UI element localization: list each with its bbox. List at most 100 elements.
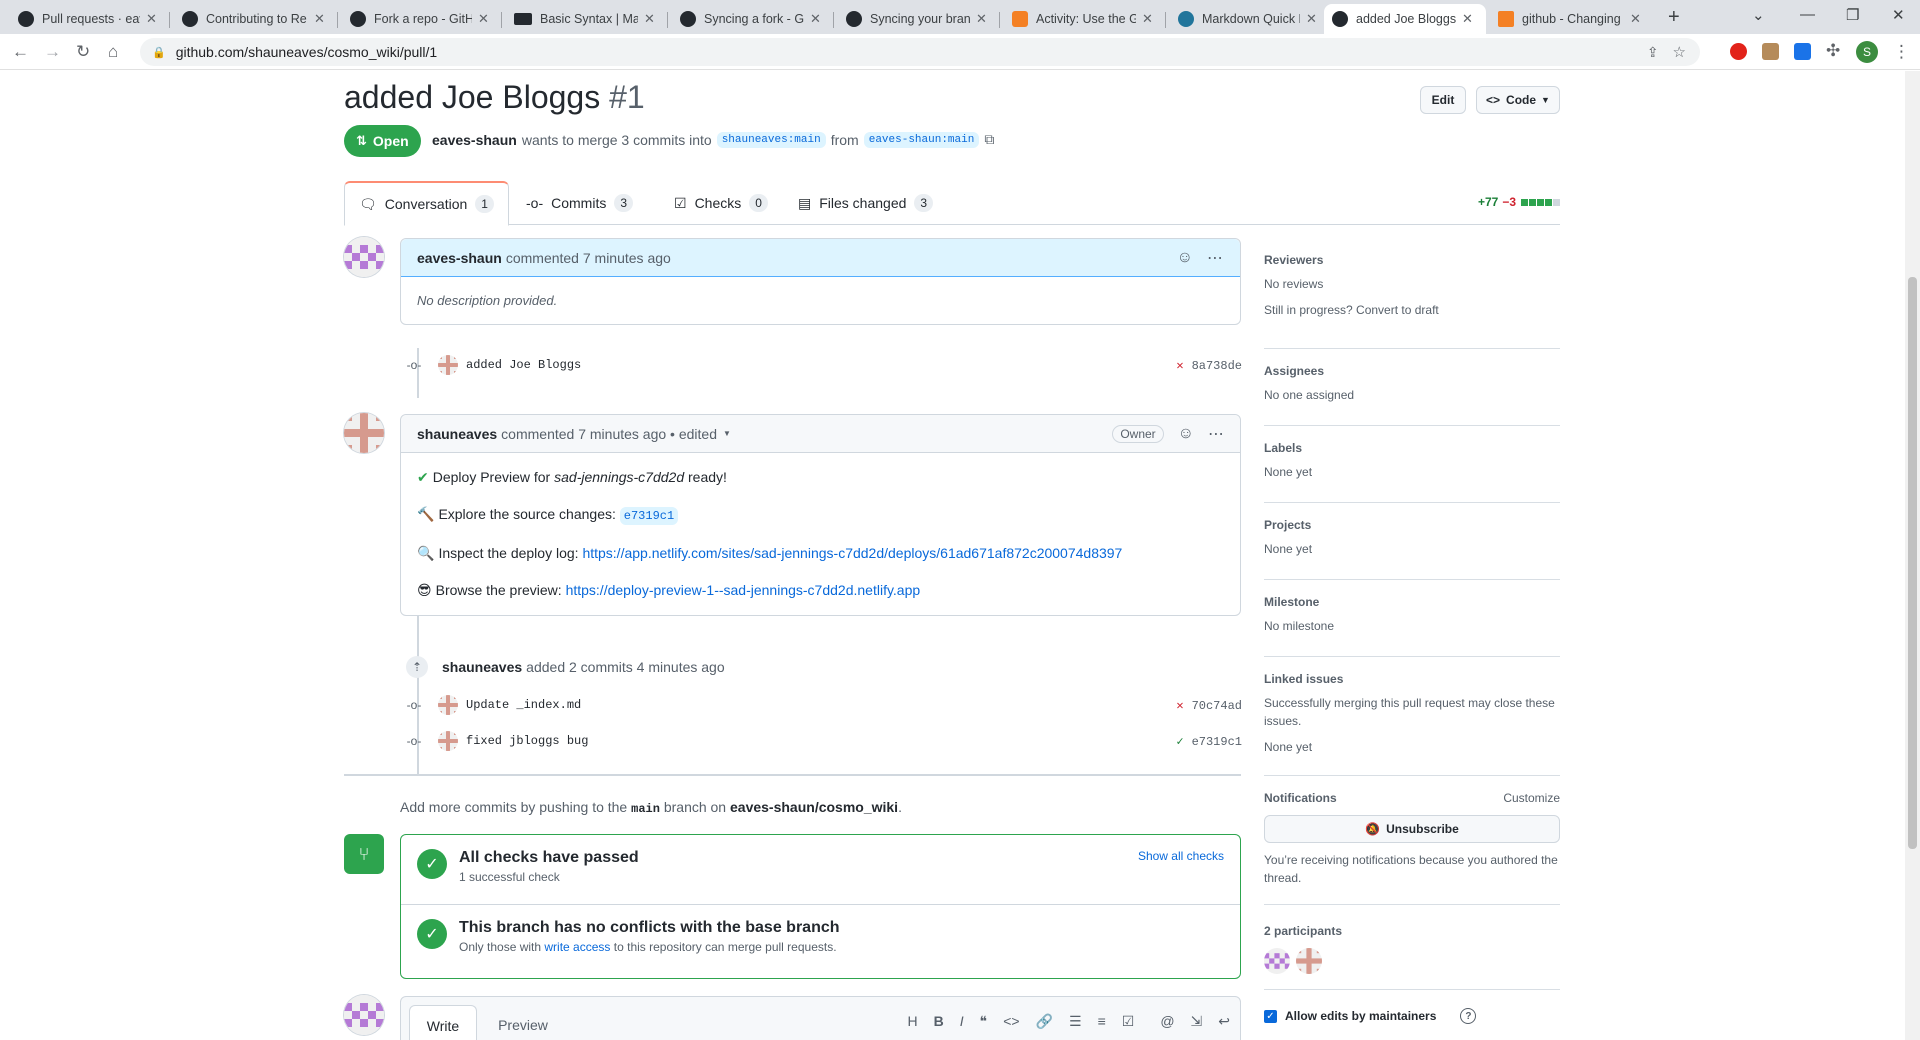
browser-tab-active[interactable]: added Joe Bloggs ✕ [1324,4,1486,34]
bold-icon[interactable]: B [934,1013,944,1030]
allow-edits-checkbox[interactable]: ✓ [1264,1009,1277,1023]
commit-sha[interactable]: ✕ 8a738de [1176,358,1242,373]
share-icon[interactable]: ⇪ [1647,44,1659,61]
ordered-list-icon[interactable]: ≡ [1098,1013,1106,1030]
extension-icon[interactable] [1794,43,1811,60]
close-tab-icon[interactable]: ✕ [644,11,660,27]
close-tab-icon[interactable]: ✕ [314,11,330,27]
commit-sha[interactable]: ✕ 70c74ad [1176,698,1242,713]
avatar-eaves-shaun[interactable] [1264,948,1290,974]
link-icon[interactable]: 🔗 [1036,1013,1053,1030]
browser-tab[interactable]: Markdown Quick R ✕ [1170,4,1330,34]
browser-tab[interactable]: github - Changing ✕ [1490,4,1654,34]
browser-tab[interactable]: Pull requests · eave✕ [10,4,170,34]
unordered-list-icon[interactable]: ☰ [1069,1013,1082,1030]
commit-sha[interactable]: ✓ e7319c1 [1176,734,1242,749]
home-icon[interactable]: ⌂ [108,42,118,62]
italic-icon[interactable]: I [960,1013,964,1030]
commit-message[interactable]: fixed jbloggs bug [466,734,588,748]
preview-link[interactable]: https://deploy-preview-1--sad-jennings-c… [566,582,921,598]
code-icon[interactable]: <> [1003,1013,1019,1030]
comment-author[interactable]: eaves-shaun [417,250,502,266]
section-heading[interactable]: Projects [1264,518,1560,532]
write-access-link[interactable]: write access [544,940,610,954]
avatar-eaves-shaun[interactable] [344,237,384,277]
avatar-shauneaves[interactable] [438,731,458,751]
minimize-icon[interactable]: — [1800,6,1815,23]
x-fail-icon[interactable]: ✕ [1176,359,1183,373]
close-window-icon[interactable]: ✕ [1892,6,1905,24]
close-tab-icon[interactable]: ✕ [976,11,992,27]
tab-checks[interactable]: ☑ Checks 0 [660,181,782,225]
avatar-shauneaves[interactable] [1296,948,1322,974]
browser-tab[interactable]: Fork a repo - GitH ✕ [342,4,502,34]
new-tab-icon[interactable]: + [1668,6,1680,29]
section-heading[interactable]: Milestone [1264,595,1560,609]
close-tab-icon[interactable]: ✕ [478,11,494,27]
tab-write[interactable]: Write [409,1005,477,1040]
commit-link[interactable]: e7319c1 [619,507,679,525]
heading-icon[interactable]: H [908,1013,918,1030]
avatar-shauneaves[interactable] [438,695,458,715]
head-branch[interactable]: eaves-shaun:main [863,131,980,148]
avatar-shauneaves[interactable] [344,413,384,453]
profile-avatar[interactable]: S [1856,41,1878,63]
browser-tab[interactable]: Syncing your branc ✕ [838,4,1000,34]
quote-icon[interactable]: ❝ [980,1013,988,1030]
author-link[interactable]: eaves-shaun [432,132,517,148]
push-author[interactable]: shauneaves [442,659,522,675]
deploy-log-link[interactable]: https://app.netlify.com/sites/sad-jennin… [582,545,1122,561]
scrollbar-thumb[interactable] [1908,277,1917,849]
caret-down-icon[interactable]: ▼ [723,429,731,438]
show-all-checks-link[interactable]: Show all checks [1138,849,1224,863]
puzzle-extensions-icon[interactable]: ✣ [1826,41,1840,61]
browser-tab[interactable]: Syncing a fork - Gi ✕ [672,4,834,34]
close-tab-icon[interactable]: ✕ [1462,11,1478,27]
forward-icon[interactable]: → [44,42,61,62]
browser-tab[interactable]: Basic Syntax | Mark✕ [506,4,668,34]
kebab-menu-icon[interactable]: ⋯ [1208,424,1224,444]
code-dropdown-button[interactable]: <> Code ▼ [1476,86,1560,114]
check-pass-icon[interactable]: ✓ [1176,735,1183,749]
reload-icon[interactable]: ↻ [76,42,90,62]
comment-author[interactable]: shauneaves [417,426,497,442]
avatar-shauneaves[interactable] [438,355,458,375]
bookmark-star-icon[interactable]: ☆ [1673,43,1686,61]
customize-link[interactable]: Customize [1503,791,1560,805]
smiley-icon[interactable]: ☺ [1177,249,1193,267]
unsubscribe-button[interactable]: 🔕 Unsubscribe [1264,815,1560,843]
section-heading[interactable]: Assignees [1264,364,1560,378]
avatar-eaves-shaun[interactable] [344,995,384,1035]
commit-message[interactable]: added Joe Bloggs [466,358,581,372]
tab-search-icon[interactable]: ⌄ [1752,6,1765,24]
commit-message[interactable]: Update _index.md [466,698,581,712]
close-tab-icon[interactable]: ✕ [1630,11,1646,27]
x-fail-icon[interactable]: ✕ [1176,699,1183,713]
convert-to-draft-link[interactable]: Still in progress? Convert to draft [1264,303,1439,317]
base-branch[interactable]: shauneaves:main [716,131,826,148]
back-icon[interactable]: ← [12,42,29,62]
browser-menu-icon[interactable]: ⋮ [1893,42,1910,62]
mention-icon[interactable]: @ [1160,1013,1174,1030]
browser-tab[interactable]: Activity: Use the Gi ✕ [1004,4,1166,34]
page-scrollbar[interactable] [1905,71,1920,1040]
close-tab-icon[interactable]: ✕ [810,11,826,27]
tab-conversation[interactable]: 🗨 Conversation 1 [344,181,509,226]
task-list-icon[interactable]: ☑ [1122,1013,1135,1030]
close-tab-icon[interactable]: ✕ [1142,11,1158,27]
repo-link[interactable]: eaves-shaun/cosmo_wiki [730,799,898,815]
restore-icon[interactable]: ❐ [1846,6,1859,24]
tab-commits[interactable]: -o- Commits 3 [512,181,647,225]
browser-tab[interactable]: Contributing to Re ✕ [174,4,338,34]
tab-files-changed[interactable]: ▤ Files changed 3 [784,181,947,225]
tab-preview[interactable]: Preview [483,1005,563,1040]
copy-icon[interactable]: ⧉ [984,131,994,148]
question-icon[interactable]: ? [1460,1008,1477,1024]
close-tab-icon[interactable]: ✕ [1306,11,1322,27]
cross-reference-icon[interactable]: ⇲ [1191,1013,1203,1030]
reply-icon[interactable]: ↩ [1218,1013,1230,1030]
section-heading[interactable]: Labels [1264,441,1560,455]
extension-icon[interactable] [1762,43,1779,60]
smiley-icon[interactable]: ☺ [1178,425,1194,443]
section-heading[interactable]: Reviewers [1264,253,1560,267]
